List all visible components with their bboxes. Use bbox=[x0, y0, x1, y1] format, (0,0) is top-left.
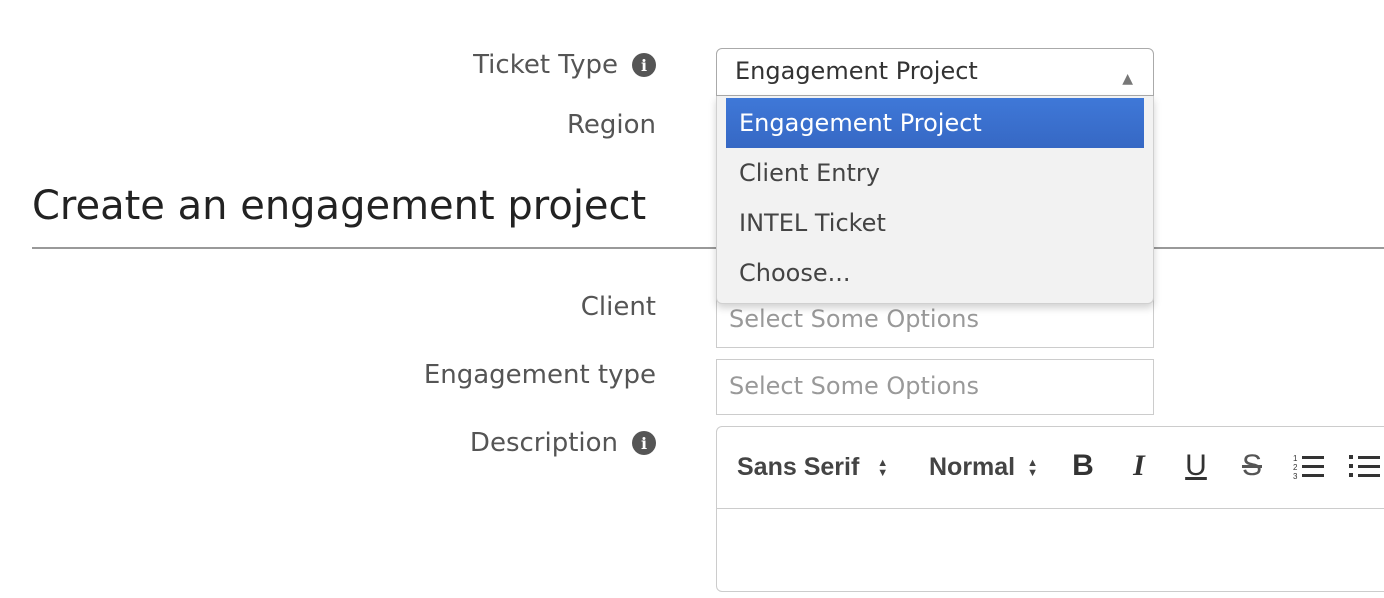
ticket-type-dropdown: Engagement Project Client Entry INTEL Ti… bbox=[716, 96, 1154, 304]
ticket-type-select[interactable]: Engagement Project ▲ bbox=[716, 48, 1154, 96]
client-label-row: Client bbox=[581, 292, 656, 322]
strikethrough-button[interactable]: S bbox=[1234, 449, 1270, 483]
description-editor: Sans Serif ▲ ▼ Normal ▲ ▼ B I U S 1 2 3 bbox=[716, 426, 1384, 592]
engagement-type-placeholder: Select Some Options bbox=[729, 372, 979, 400]
font-family-value: Sans Serif bbox=[737, 453, 860, 481]
chevron-up-icon: ▲ bbox=[1122, 71, 1133, 87]
info-icon[interactable]: i bbox=[632, 431, 656, 455]
dropdown-option-engagement-project[interactable]: Engagement Project bbox=[726, 98, 1144, 148]
engagement-type-label-row: Engagement type bbox=[424, 360, 656, 390]
font-family-select[interactable]: Sans Serif ▲ ▼ bbox=[737, 453, 888, 482]
engagement-type-input[interactable]: Select Some Options bbox=[716, 359, 1154, 415]
description-label: Description bbox=[469, 428, 618, 458]
dropdown-option-client-entry[interactable]: Client Entry bbox=[726, 148, 1144, 198]
font-size-value: Normal bbox=[929, 453, 1016, 481]
dropdown-option-choose[interactable]: Choose... bbox=[726, 248, 1144, 298]
svg-text:3: 3 bbox=[1293, 472, 1298, 481]
client-label: Client bbox=[580, 292, 656, 322]
region-label: Region bbox=[566, 110, 656, 140]
updown-icon: ▲ ▼ bbox=[877, 456, 889, 479]
bold-button[interactable]: B bbox=[1065, 449, 1101, 483]
dropdown-option-intel-ticket[interactable]: INTEL Ticket bbox=[726, 198, 1144, 248]
section-title: Create an engagement project bbox=[32, 183, 647, 229]
ordered-list-button[interactable]: 1 2 3 bbox=[1291, 453, 1327, 481]
editor-content-area[interactable] bbox=[717, 509, 1384, 589]
ticket-type-selected-value: Engagement Project bbox=[735, 57, 978, 85]
bullet-list-button[interactable] bbox=[1347, 453, 1383, 481]
description-label-row: Description i bbox=[470, 428, 656, 458]
client-placeholder: Select Some Options bbox=[729, 305, 979, 333]
region-label-row: Region bbox=[567, 110, 656, 140]
font-size-select[interactable]: Normal ▲ ▼ bbox=[929, 453, 1038, 482]
editor-toolbar: Sans Serif ▲ ▼ Normal ▲ ▼ B I U S 1 2 3 bbox=[717, 427, 1384, 509]
italic-button[interactable]: I bbox=[1121, 449, 1157, 483]
ordered-list-icon: 1 2 3 bbox=[1293, 454, 1324, 481]
svg-text:2: 2 bbox=[1293, 463, 1298, 472]
engagement-type-label: Engagement type bbox=[423, 360, 656, 390]
svg-text:1: 1 bbox=[1293, 454, 1298, 463]
info-icon[interactable]: i bbox=[632, 53, 656, 77]
updown-icon: ▲ ▼ bbox=[1027, 456, 1039, 479]
ticket-type-label: Ticket Type bbox=[473, 50, 618, 80]
ticket-type-label-row: Ticket Type i bbox=[473, 50, 656, 80]
bullet-list-icon bbox=[1349, 455, 1380, 477]
underline-button[interactable]: U bbox=[1178, 449, 1214, 483]
section-divider bbox=[32, 247, 1384, 249]
